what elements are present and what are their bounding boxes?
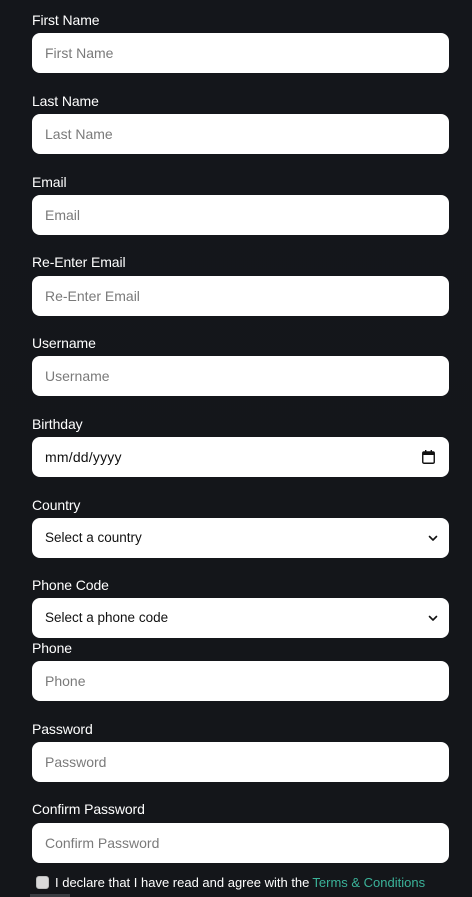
terms-row: I declare that I have read and agree wit… xyxy=(36,874,425,890)
confirm-password-input[interactable] xyxy=(32,823,449,863)
email-input[interactable] xyxy=(32,195,449,235)
last-name-label: Last Name xyxy=(32,93,99,109)
country-select[interactable]: Select a country xyxy=(32,518,449,558)
password-field-container xyxy=(32,742,449,782)
re-enter-email-field-container xyxy=(32,276,449,316)
terms-declaration: I declare that I have read and agree wit… xyxy=(55,874,310,890)
registration-form: First Name Last Name Email Re-Enter Emai… xyxy=(0,0,472,897)
username-field-container xyxy=(32,356,449,396)
birthday-value: mm/dd/yyyy xyxy=(45,449,122,465)
email-field-container xyxy=(32,195,449,235)
calendar-icon[interactable] xyxy=(422,450,435,464)
first-name-field-container xyxy=(32,33,449,73)
first-name-input[interactable] xyxy=(32,33,449,73)
phone-input[interactable] xyxy=(32,661,449,701)
phone-label: Phone xyxy=(32,640,72,656)
re-enter-email-label: Re-Enter Email xyxy=(32,254,126,270)
password-label: Password xyxy=(32,721,93,737)
phone-field-container xyxy=(32,661,449,701)
birthday-label: Birthday xyxy=(32,416,83,432)
last-name-field-container xyxy=(32,114,449,154)
birthday-input[interactable]: mm/dd/yyyy xyxy=(32,437,449,477)
chevron-down-icon xyxy=(428,615,438,621)
country-selected-value: Select a country xyxy=(45,530,142,545)
terms-checkbox[interactable] xyxy=(36,875,49,889)
confirm-password-label: Confirm Password xyxy=(32,801,145,817)
password-input[interactable] xyxy=(32,742,449,782)
last-name-input[interactable] xyxy=(32,114,449,154)
phone-code-select[interactable]: Select a phone code xyxy=(32,598,449,638)
confirm-password-field-container xyxy=(32,823,449,863)
chevron-down-icon xyxy=(428,535,438,541)
phone-code-label: Phone Code xyxy=(32,577,109,593)
username-input[interactable] xyxy=(32,356,449,396)
terms-link[interactable]: Terms & Conditions xyxy=(312,875,425,890)
username-label: Username xyxy=(32,335,96,351)
email-label: Email xyxy=(32,174,67,190)
first-name-label: First Name xyxy=(32,12,100,28)
country-label: Country xyxy=(32,497,81,513)
phone-code-selected-value: Select a phone code xyxy=(45,610,169,625)
re-enter-email-input[interactable] xyxy=(32,276,449,316)
